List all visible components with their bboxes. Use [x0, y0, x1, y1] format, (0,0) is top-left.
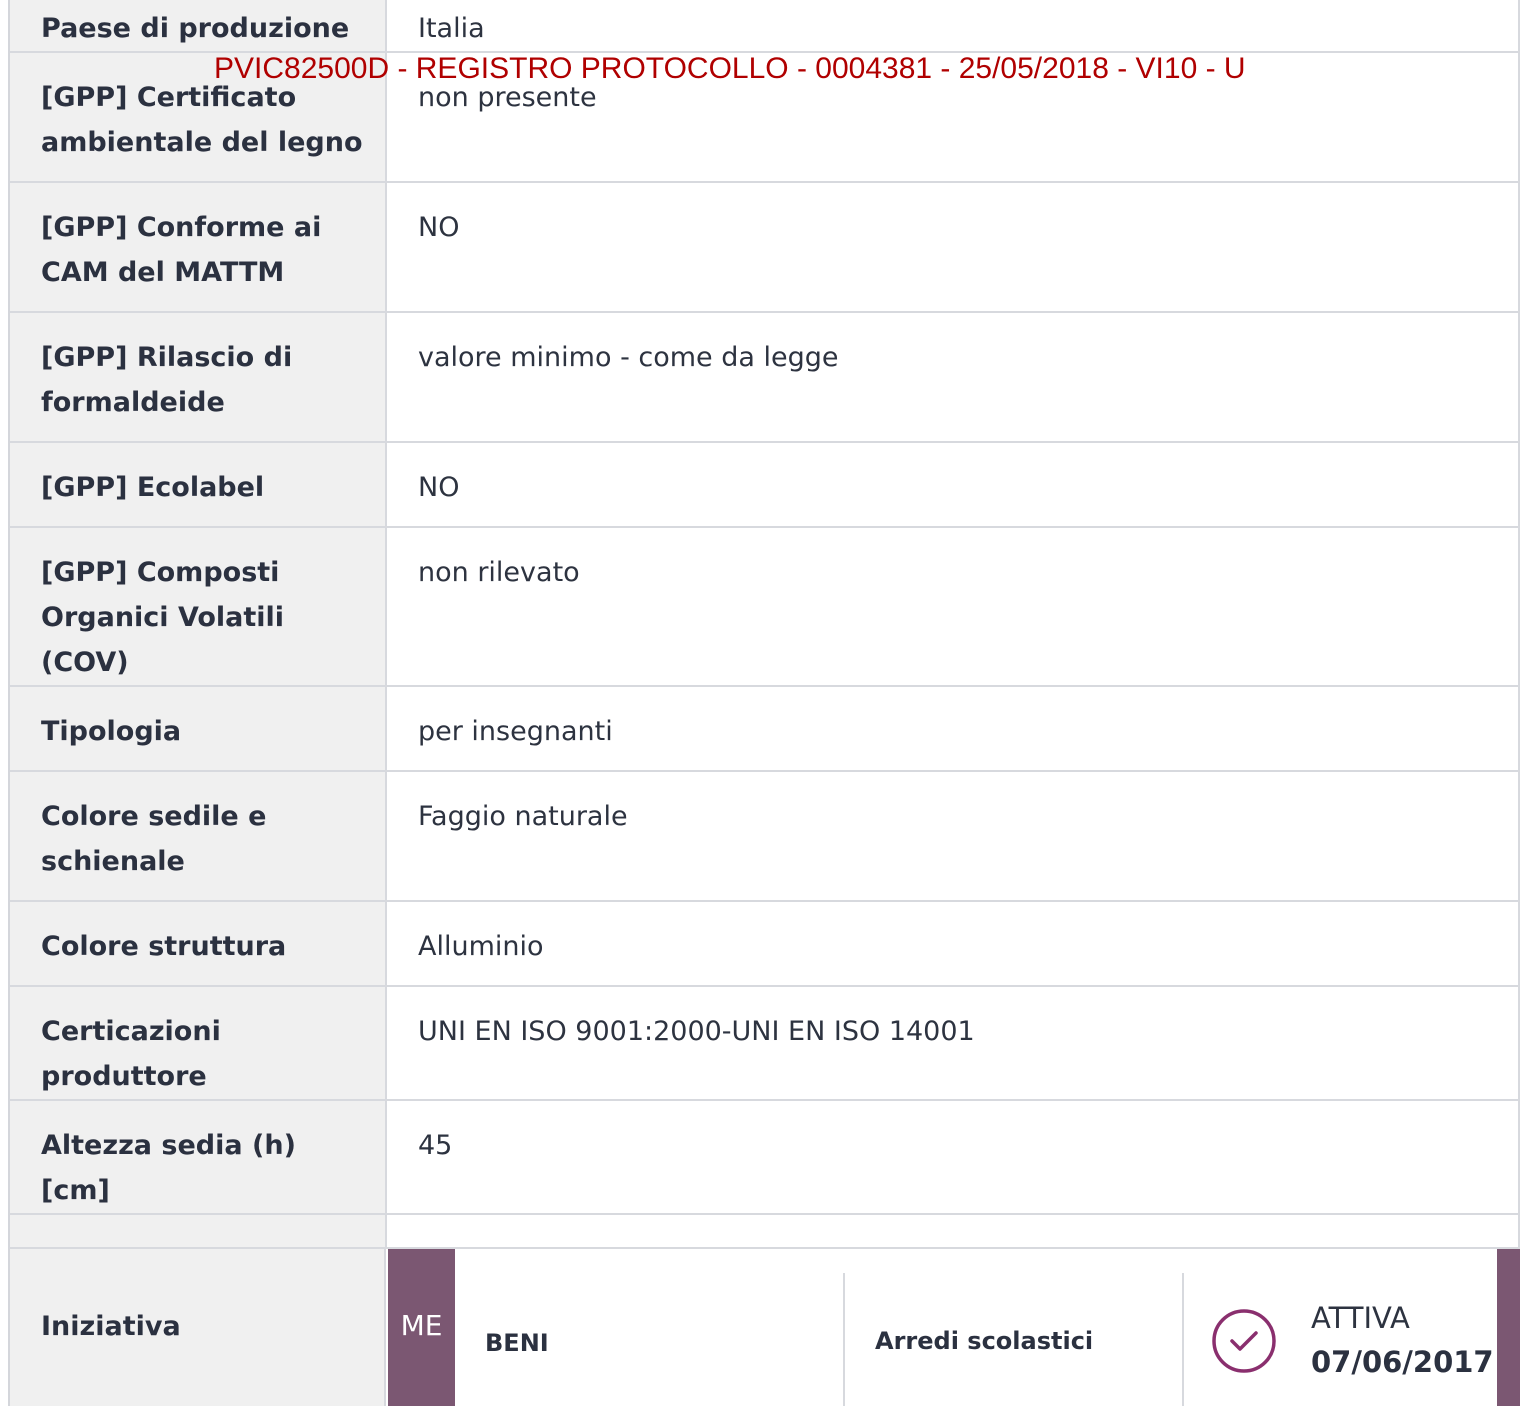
check-circle-icon — [1212, 1309, 1276, 1373]
status-label: ATTIVA — [1311, 1301, 1410, 1335]
spec-label: Colore struttura — [10, 900, 387, 987]
spec-value: valore minimo - come da legge — [386, 311, 1520, 443]
specifications-table: Paese di produzione Italia [GPP] Certifi… — [10, 0, 1520, 1345]
spec-value: non rilevato — [386, 526, 1520, 687]
initiative-badge: ME — [388, 1249, 455, 1406]
spec-value: per insegnanti — [386, 685, 1520, 772]
initiative-category: Arredi scolastici — [875, 1327, 1094, 1355]
spec-label: [GPP] Ecolabel — [10, 441, 387, 528]
initiative-label: Iniziativa — [10, 1249, 386, 1406]
table-row: Colore sedile e schienale Faggio natural… — [10, 770, 1520, 902]
initiative-type: BENI — [485, 1329, 549, 1357]
accent-band — [1497, 1249, 1520, 1406]
spec-label: Paese di produzione — [10, 0, 387, 53]
table-row: [GPP] Conforme ai CAM del MATTM NO — [10, 181, 1520, 313]
spec-value: Faggio naturale — [386, 770, 1520, 902]
spec-label: Colore sedile e schienale — [10, 770, 387, 902]
spec-value: NO — [386, 441, 1520, 528]
spec-label: [GPP] Composti Organici Volatili (COV) — [10, 526, 387, 687]
table-row: Tipologia per insegnanti — [10, 685, 1520, 772]
spec-value: NO — [386, 181, 1520, 313]
spec-label: Tipologia — [10, 685, 387, 772]
table-row: Colore struttura Alluminio — [10, 900, 1520, 987]
table-row: Certicazioni produttore UNI EN ISO 9001:… — [10, 985, 1520, 1101]
spec-value: 45 — [386, 1099, 1520, 1215]
spec-label: Altezza sedia (h) [cm] — [10, 1099, 387, 1215]
product-detail-page: PVIC82500D - REGISTRO PROTOCOLLO - 00043… — [0, 0, 1522, 1406]
initiative-row: Iniziativa ME BENI Arredi scolastici ATT… — [10, 1247, 1520, 1406]
divider — [1182, 1273, 1184, 1406]
spec-value: Italia — [386, 0, 1520, 53]
spec-value: UNI EN ISO 9001:2000-UNI EN ISO 14001 — [386, 985, 1520, 1101]
table-row: [GPP] Rilascio di formaldeide valore min… — [10, 311, 1520, 443]
spec-label: [GPP] Rilascio di formaldeide — [10, 311, 387, 443]
table-row: [GPP] Ecolabel NO — [10, 441, 1520, 528]
spec-value: Alluminio — [386, 900, 1520, 987]
table-row: Altezza sedia (h) [cm] 45 — [10, 1099, 1520, 1215]
spec-label: Certicazioni produttore — [10, 985, 387, 1101]
spec-label: [GPP] Conforme ai CAM del MATTM — [10, 181, 387, 313]
table-row: Paese di produzione Italia — [10, 0, 1520, 53]
table-row: [GPP] Composti Organici Volatili (COV) n… — [10, 526, 1520, 687]
protocol-stamp: PVIC82500D - REGISTRO PROTOCOLLO - 00043… — [214, 52, 1246, 85]
status-date: 07/06/2017 — [1311, 1345, 1494, 1379]
divider — [843, 1273, 845, 1406]
